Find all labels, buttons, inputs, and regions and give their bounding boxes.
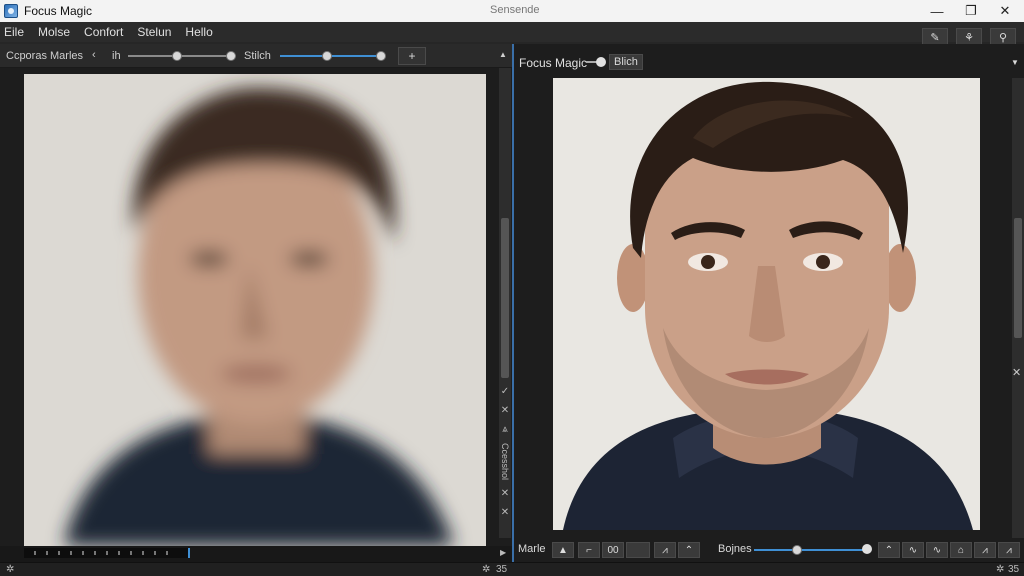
close-panel-icon[interactable]: ✕ xyxy=(1012,366,1021,379)
cross-icon-2[interactable]: ✕ xyxy=(501,488,509,499)
chevron-left-icon[interactable]: ‹ xyxy=(92,49,96,61)
mode-label: ih xyxy=(112,50,121,62)
vertical-label: Ccesshol xyxy=(500,443,510,481)
cross-icon-3[interactable]: ✕ xyxy=(501,507,509,518)
brush-label: Bojnes xyxy=(718,543,752,555)
menu-file[interactable]: Eile xyxy=(0,25,31,39)
play-icon[interactable]: ▶ xyxy=(500,548,506,557)
status-right-icon[interactable]: ✲ xyxy=(996,564,1004,575)
timeline-strip[interactable] xyxy=(24,548,190,558)
menu-item-2[interactable]: Molse xyxy=(31,25,77,39)
shape-button-5[interactable]: ⩘ xyxy=(974,542,996,558)
check-icon[interactable]: ✓ xyxy=(501,386,509,397)
title-bar: Focus Magic Sensende — ❐ ✕ xyxy=(0,0,1024,22)
after-panel: Focus Magic Blich ▼ ✕ Marle ▲ ⌐ 00 ⩘ ⌃ B… xyxy=(514,44,1024,562)
pen-icon: ✎ xyxy=(930,31,940,44)
left-timeline-bar: ▶ xyxy=(0,546,512,562)
app-title: Focus Magic xyxy=(24,4,93,18)
collapse-down-icon[interactable]: ▼ xyxy=(1011,58,1019,67)
compare-toggle-knob[interactable] xyxy=(596,57,606,67)
shape-button-4[interactable]: ⌂ xyxy=(950,542,972,558)
pin-icon: ⚲ xyxy=(998,31,1008,44)
peak-tool-button[interactable]: ⌃ xyxy=(678,542,700,558)
menu-bar: Eile Molse Confort Stelun Hello xyxy=(0,22,1024,42)
right-scrollbar-thumb[interactable] xyxy=(1014,218,1022,338)
sharpened-photo xyxy=(553,78,980,530)
before-panel: ✓ ✕ ⩓ Ccesshol ✕ ✕ xyxy=(0,68,512,546)
empty-field[interactable] xyxy=(626,542,650,558)
status-right-count: 35 xyxy=(1008,564,1020,575)
shape-button-2[interactable]: ∿ xyxy=(902,542,924,558)
corner-tool-button[interactable]: ⌐ xyxy=(578,542,600,558)
triangle-tool-button[interactable]: ▲ xyxy=(552,542,574,558)
amount-slider-end xyxy=(376,51,386,61)
preset-label: Ccporas Marles xyxy=(6,50,84,62)
amount-label: Stilch xyxy=(244,50,271,62)
after-panel-title: Focus Magic xyxy=(519,56,588,70)
status-bar: ✲ ✲ 35 ✲ 35 xyxy=(0,562,1024,576)
status-mid-count: 35 xyxy=(496,564,508,575)
peak-icon[interactable]: ⩓ xyxy=(502,424,508,435)
menu-help[interactable]: Hello xyxy=(178,25,219,39)
right-vertical-scrollbar[interactable] xyxy=(1012,78,1024,538)
collapse-up-icon[interactable]: ▲ xyxy=(499,50,507,59)
radius-slider[interactable] xyxy=(128,51,236,61)
wave-tool-button[interactable]: ⩘ xyxy=(654,542,676,558)
blurred-photo xyxy=(24,74,486,546)
left-toolbar: Ccporas Marles ‹ ih Stilch + ▲ xyxy=(0,44,512,68)
amount-slider[interactable] xyxy=(280,51,386,61)
app-logo-icon xyxy=(4,4,18,18)
brush-slider-knob[interactable] xyxy=(791,545,802,555)
left-scrollbar-thumb[interactable] xyxy=(501,218,509,378)
brush-slider-end xyxy=(862,544,872,554)
close-button[interactable]: ✕ xyxy=(988,0,1022,22)
menu-item-3[interactable]: Confort xyxy=(77,25,130,39)
after-panel-header: Focus Magic Blich ▼ xyxy=(514,44,1024,78)
radius-slider-end xyxy=(226,51,236,61)
value-box[interactable]: 00 xyxy=(602,542,624,558)
cross-icon[interactable]: ✕ xyxy=(501,405,509,416)
amount-slider-knob[interactable] xyxy=(321,51,332,61)
minimize-button[interactable]: — xyxy=(920,0,954,22)
mode-label-bottom: Marle xyxy=(518,543,546,555)
maximize-button[interactable]: ❐ xyxy=(954,0,988,22)
stamp-icon: ⚘ xyxy=(964,31,974,44)
window-subtitle: Sensende xyxy=(490,4,540,16)
radius-slider-knob[interactable] xyxy=(171,51,182,61)
status-mid-icon[interactable]: ✲ xyxy=(482,564,490,575)
menu-item-4[interactable]: Stelun xyxy=(130,25,178,39)
status-gear-icon[interactable]: ✲ xyxy=(6,564,14,575)
after-panel-toolbar: Marle ▲ ⌐ 00 ⩘ ⌃ Bojnes ⌃ ∿ ∿ ⌂ ⩘ ⩘ xyxy=(514,538,1024,562)
add-button[interactable]: + xyxy=(398,47,426,65)
shape-button-1[interactable]: ⌃ xyxy=(878,542,900,558)
compare-toggle-label[interactable]: Blich xyxy=(609,54,643,70)
shape-button-3[interactable]: ∿ xyxy=(926,542,948,558)
brush-slider[interactable] xyxy=(754,545,866,555)
shape-button-6[interactable]: ⩘ xyxy=(998,542,1020,558)
